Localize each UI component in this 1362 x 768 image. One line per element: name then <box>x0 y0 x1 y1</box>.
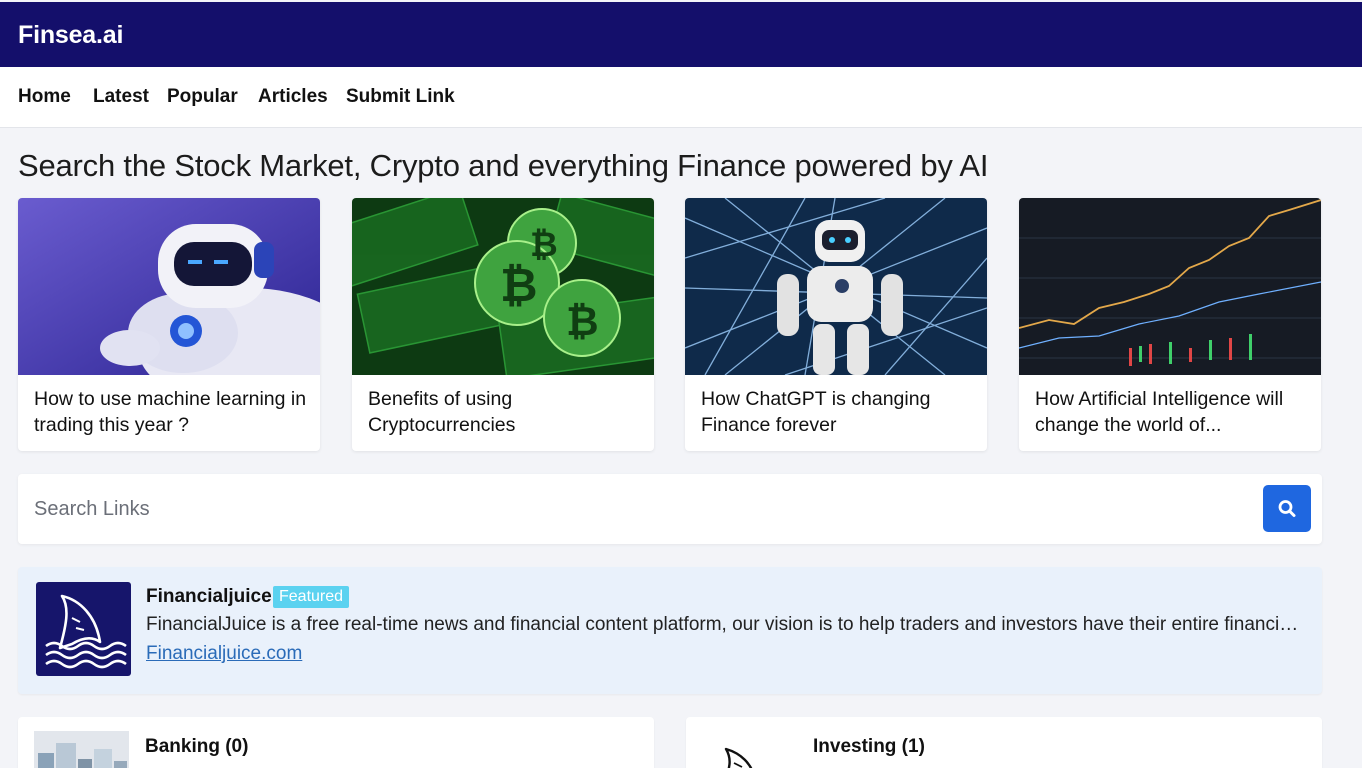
top-bar: Finsea.ai <box>0 2 1362 67</box>
featured-name[interactable]: Financialjuice <box>146 586 272 608</box>
article-card[interactable]: How to use machine learning in trading t… <box>18 198 320 451</box>
page-headline: Search the Stock Market, Crypto and ever… <box>18 148 989 183</box>
article-title[interactable]: How Artificial Intelligence will change … <box>1035 386 1310 438</box>
featured-description: FinancialJuice is a free real-time news … <box>146 614 1306 635</box>
nav-item-latest[interactable]: Latest <box>93 86 149 108</box>
search-button[interactable] <box>1263 485 1311 532</box>
shark-fin-icon <box>36 582 131 676</box>
featured-badge: Featured <box>273 586 350 608</box>
featured-listing[interactable]: Financialjuice Featured FinancialJuice i… <box>18 567 1322 694</box>
bitcoin-image: ₿ ₿ ₿ <box>352 198 654 375</box>
article-title[interactable]: How to use machine learning in trading t… <box>34 386 309 438</box>
nav-item-home[interactable]: Home <box>18 86 71 108</box>
nav-item-popular[interactable]: Popular <box>167 86 238 108</box>
robot-network-image <box>685 198 987 375</box>
brand-logo-text[interactable]: Finsea.ai <box>18 21 123 50</box>
stock-chart-image <box>1019 198 1321 375</box>
search-icon <box>1278 500 1296 517</box>
article-card[interactable]: How Artificial Intelligence will change … <box>1019 198 1321 451</box>
search-links-box <box>18 474 1322 544</box>
nav-item-submit-link[interactable]: Submit Link <box>346 86 455 108</box>
nav-item-articles[interactable]: Articles <box>258 86 328 108</box>
robot-image <box>18 198 320 375</box>
article-card[interactable]: ₿ ₿ ₿ Benefits of using Cryptocurrencies <box>352 198 654 451</box>
svg-text:₿: ₿ <box>566 299 599 345</box>
svg-text:₿: ₿ <box>500 258 538 312</box>
shark-fin-icon <box>716 741 776 768</box>
city-skyline-image <box>34 731 129 768</box>
category-title[interactable]: Banking (0) <box>145 736 248 758</box>
category-card-banking[interactable]: Banking (0) <box>18 717 654 768</box>
article-card[interactable]: How ChatGPT is changing Finance forever <box>685 198 987 451</box>
featured-link[interactable]: Financialjuice.com <box>146 643 302 665</box>
category-title[interactable]: Investing (1) <box>813 736 925 758</box>
main-nav: Home Latest Popular Articles Submit Link <box>0 67 1362 128</box>
category-card-investing[interactable]: Investing (1) <box>686 717 1322 768</box>
article-title[interactable]: How ChatGPT is changing Finance forever <box>701 386 976 438</box>
article-title[interactable]: Benefits of using Cryptocurrencies <box>368 386 643 438</box>
search-input[interactable] <box>34 492 1234 526</box>
